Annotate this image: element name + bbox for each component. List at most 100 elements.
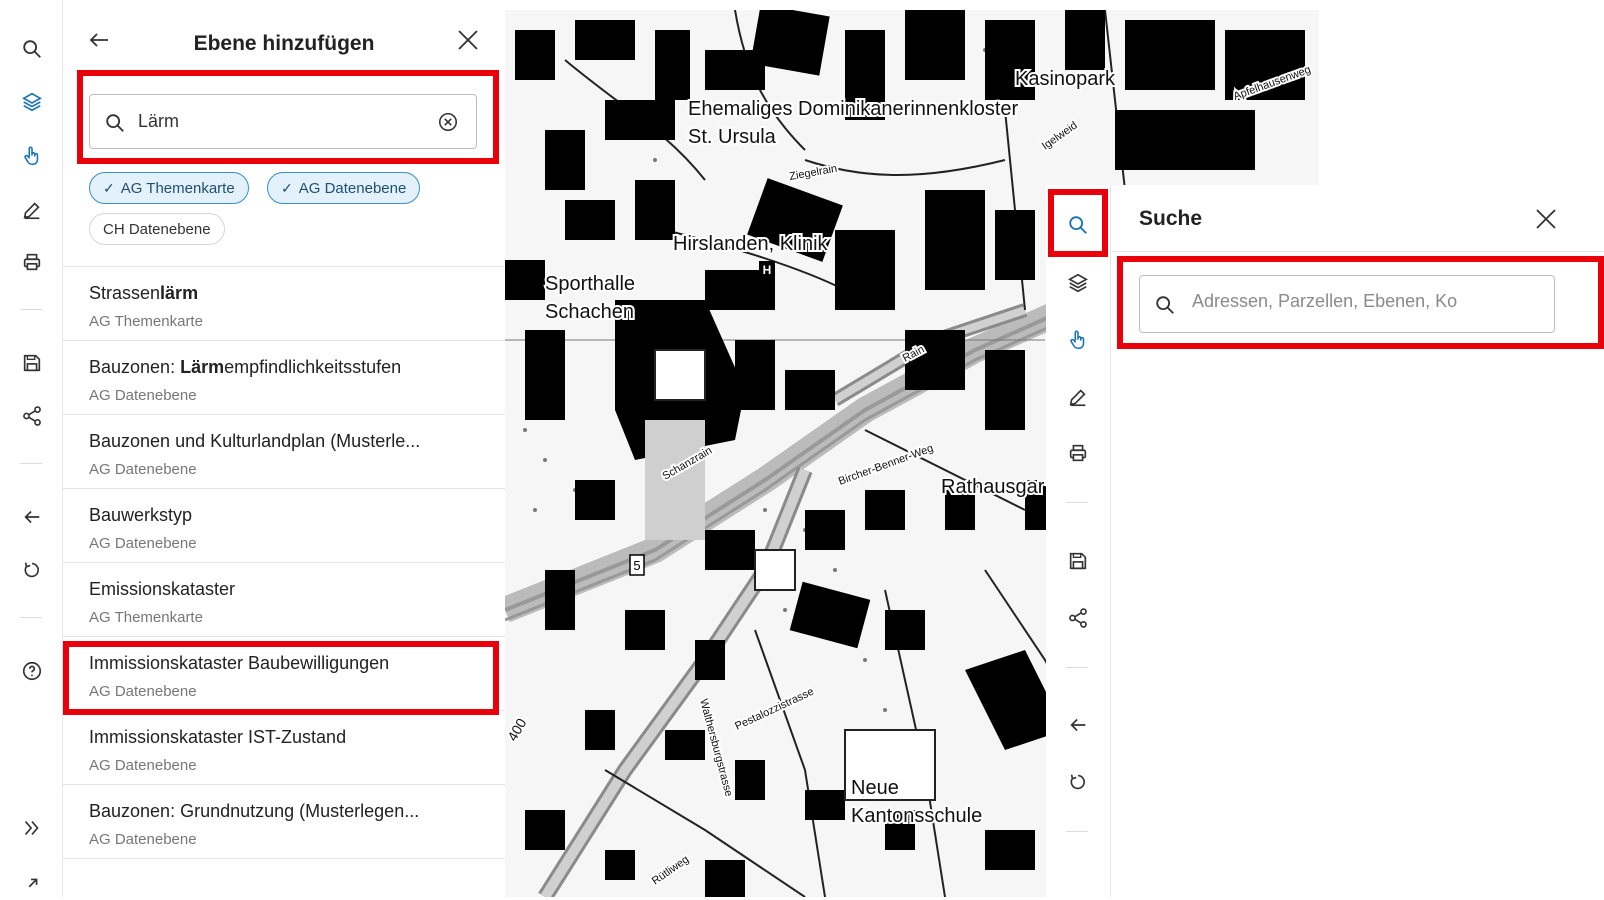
- layer-search-input[interactable]: Lärm: [89, 94, 477, 149]
- result-title: Bauzonen: Grundnutzung (Musterlegen...: [89, 801, 420, 821]
- arrow-left-icon: [1070, 718, 1086, 732]
- filter-chip-ch-datenebene[interactable]: CH Datenebene: [89, 213, 225, 245]
- hand-pointer-icon: [24, 146, 39, 166]
- printer-icon: [23, 253, 41, 271]
- close-button[interactable]: [452, 24, 484, 56]
- result-type: AG Datenebene: [89, 461, 197, 478]
- toolbar-print-button[interactable]: [1062, 437, 1094, 469]
- panel-divider: [1111, 251, 1604, 252]
- toolbar-reset-button[interactable]: [1062, 766, 1094, 798]
- toolbar-divider: [20, 617, 42, 618]
- result-title: Bauwerkstyp: [89, 505, 193, 525]
- result-type: AG Themenkarte: [89, 609, 203, 626]
- pencil-icon: [1069, 389, 1086, 407]
- map-label-neue: Neue: [851, 777, 899, 799]
- chip-label: AG Datenebene: [298, 179, 407, 197]
- list-item[interactable]: Bauzonen: Lärmempfindlichkeitsstufen AG …: [63, 341, 505, 415]
- toolbar-search-button[interactable]: [16, 33, 48, 65]
- toolbar-save-button[interactable]: [16, 347, 48, 379]
- result-title: Bauzonen: Lärmempfindlichkeitsstufen: [89, 357, 402, 377]
- toolbar-divider: [20, 463, 42, 464]
- layers-icon: [1068, 273, 1088, 293]
- result-title: Immissionskataster IST-Zustand: [89, 727, 347, 747]
- layer-results-list: Strassenlärm AG Themenkarte Bauzonen: Lä…: [63, 266, 505, 859]
- hand-pointer-icon: [1070, 330, 1085, 350]
- map-label-sporthalle: Sporthalle: [545, 273, 635, 295]
- layer-search-value: Lärm: [138, 111, 180, 131]
- toolbar-select-button[interactable]: [1062, 324, 1094, 356]
- list-item[interactable]: Bauzonen: Grundnutzung (Musterlegen... A…: [63, 785, 505, 859]
- result-type: AG Datenebene: [89, 757, 197, 774]
- search-icon: [1069, 216, 1087, 234]
- help-icon: [22, 661, 42, 681]
- result-title: Strassenlärm: [89, 283, 199, 303]
- filter-chip-ag-datenebene[interactable]: ✓ AG Datenebene: [267, 172, 421, 204]
- list-item[interactable]: Emissionskataster AG Themenkarte: [63, 563, 505, 637]
- list-item[interactable]: Immissionskataster IST-Zustand AG Datene…: [63, 711, 505, 785]
- expand-double-chevron-icon: [24, 821, 39, 835]
- toolbar-expand-button[interactable]: [16, 812, 48, 844]
- map-label-kloster: Ehemaliges Dominikanerinnenkloster: [688, 98, 1019, 120]
- external-link-icon: [28, 878, 38, 888]
- search-toolbar: [1046, 185, 1111, 897]
- close-button[interactable]: [1530, 203, 1562, 235]
- add-layer-panel: Ebene hinzufügen Lärm ✓ AG Themenkarte ✓ A…: [63, 0, 505, 897]
- toolbar-share-button[interactable]: [1062, 602, 1094, 634]
- chip-label: CH Datenebene: [103, 220, 211, 238]
- toolbar-save-button[interactable]: [1062, 545, 1094, 577]
- check-icon: ✓: [281, 179, 293, 196]
- toolbar-draw-button[interactable]: [1062, 381, 1094, 413]
- layers-icon: [22, 92, 42, 112]
- result-title: Emissionskataster: [89, 579, 236, 599]
- map-label-kantonsschule: Kantonsschule: [851, 805, 982, 827]
- close-icon: [458, 30, 478, 50]
- close-icon: [1536, 209, 1556, 229]
- arrow-left-icon: [24, 510, 40, 524]
- toolbar-divider: [1066, 502, 1088, 503]
- toolbar-layers-button[interactable]: [1062, 267, 1094, 299]
- printer-icon: [1069, 444, 1087, 462]
- panel-title: Ebene hinzufügen: [193, 32, 375, 55]
- list-item[interactable]: Strassenlärm AG Themenkarte: [63, 267, 505, 341]
- result-title: Bauzonen und Kulturlandplan (Musterle...: [89, 431, 421, 451]
- result-type: AG Datenebene: [89, 831, 197, 848]
- share-icon: [23, 406, 41, 426]
- search-icon: [1156, 296, 1174, 314]
- map-label-kasinopark: Kasinopark: [1015, 68, 1116, 90]
- global-search-input[interactable]: [1190, 290, 1546, 313]
- panel-header: Ebene hinzufügen: [63, 18, 505, 66]
- search-icon: [23, 40, 41, 58]
- toolbar-divider: [1066, 667, 1088, 668]
- toolbar-divider: [1066, 831, 1088, 832]
- toolbar-print-button[interactable]: [16, 246, 48, 278]
- toolbar-divider: [20, 309, 42, 310]
- toolbar-layers-button[interactable]: [16, 86, 48, 118]
- toolbar-draw-button[interactable]: [16, 194, 48, 226]
- toolbar-reset-button[interactable]: [16, 554, 48, 586]
- left-toolbar: [0, 0, 63, 897]
- list-item[interactable]: Bauzonen und Kulturlandplan (Musterle...…: [63, 415, 505, 489]
- toolbar-back-button[interactable]: [16, 501, 48, 533]
- panel-title: Suche: [1139, 207, 1203, 230]
- share-icon: [1069, 608, 1087, 628]
- toolbar-help-button[interactable]: [16, 655, 48, 687]
- filter-chip-ag-themenkarte[interactable]: ✓ AG Themenkarte: [89, 172, 249, 204]
- result-type: AG Datenebene: [89, 387, 197, 404]
- toolbar-external-button[interactable]: [16, 868, 48, 900]
- global-search-field[interactable]: [1139, 275, 1555, 333]
- clear-search-button[interactable]: [436, 110, 460, 134]
- highlight-box: [63, 641, 499, 715]
- toolbar-search-button[interactable]: [1062, 209, 1094, 241]
- clear-circle-icon: [438, 112, 458, 132]
- map-label-st-ursula: St. Ursula: [688, 126, 777, 148]
- toolbar-select-button[interactable]: [16, 140, 48, 172]
- result-type: AG Datenebene: [89, 535, 197, 552]
- reset-icon: [24, 562, 40, 578]
- pencil-icon: [23, 202, 40, 220]
- toolbar-share-button[interactable]: [16, 400, 48, 432]
- map-label-klinik: Hirslanden, Klinik: [673, 233, 829, 255]
- hospital-marker-label: H: [763, 263, 772, 277]
- list-item[interactable]: Bauwerkstyp AG Datenebene: [63, 489, 505, 563]
- result-type: AG Themenkarte: [89, 313, 203, 330]
- toolbar-back-button[interactable]: [1062, 709, 1094, 741]
